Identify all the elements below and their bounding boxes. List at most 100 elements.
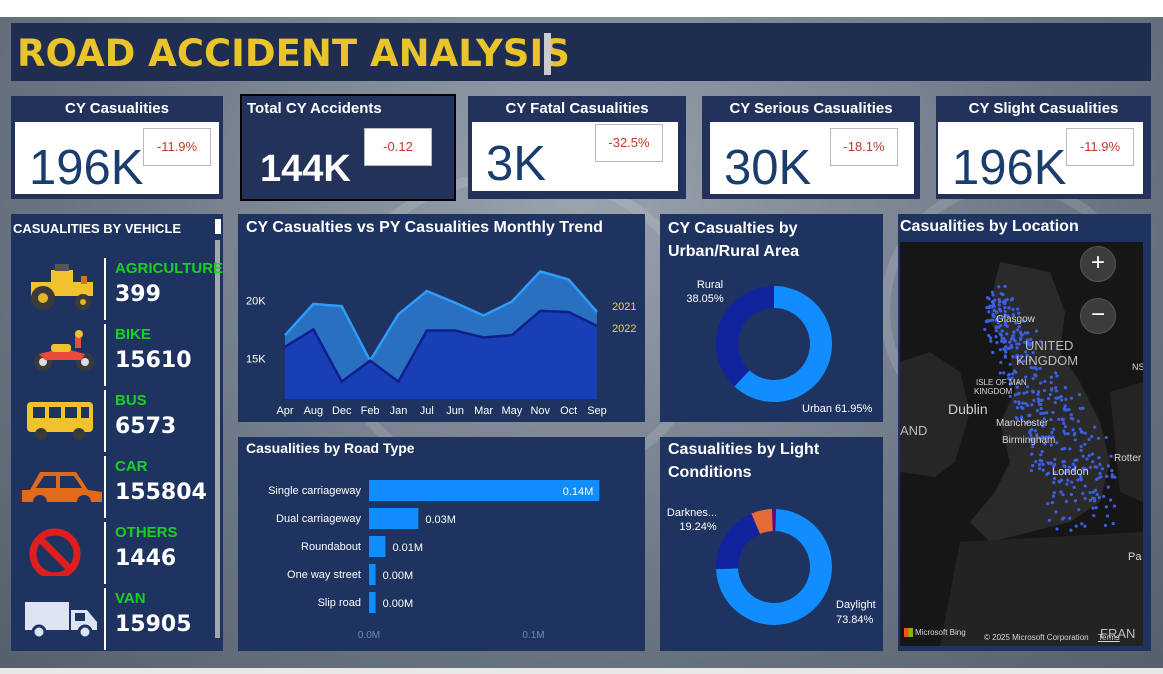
map-label: Pa (1128, 551, 1142, 563)
map-point (1045, 411, 1049, 415)
map-point (1030, 403, 1034, 407)
vehicle-name: CAR (115, 458, 148, 475)
map-point (1006, 346, 1010, 351)
kpi-body: 196K -11.9% (938, 122, 1143, 194)
window-bottom-bar (0, 668, 1163, 674)
map-point (1016, 328, 1020, 332)
map-point (1095, 492, 1099, 497)
kpi-card-cy-casualities[interactable]: CY Casualities 196K -11.9% (11, 96, 223, 199)
kpi-label: CY Casualities (65, 100, 169, 117)
map-point (1066, 478, 1070, 482)
map-point (1002, 371, 1006, 375)
map-point (1018, 337, 1023, 342)
map-point (1029, 469, 1033, 473)
row-divider (104, 390, 106, 452)
kpi-card-total-cy-accidents[interactable]: Total CY Accidents 144K -0.12 (240, 94, 456, 201)
map-label: KINGDOM (1016, 353, 1079, 368)
vehicle-name: BIKE (115, 326, 151, 343)
map-point (1025, 390, 1029, 394)
map-point (1069, 416, 1073, 420)
map-point (1097, 455, 1101, 460)
map-point (1105, 514, 1110, 518)
map-point (1104, 435, 1108, 440)
map-point (1046, 471, 1051, 475)
kpi-value: 144K (260, 148, 351, 190)
map-point (1106, 464, 1111, 468)
map-point (997, 285, 1001, 289)
map-point (1035, 408, 1039, 413)
zoom-in-button[interactable]: + (1080, 246, 1116, 282)
x-tick-label: 0.1M (522, 630, 544, 641)
kpi-card-cy-fatal-casualities[interactable]: CY Fatal Casualities 3K -32.5% (468, 96, 686, 199)
trend-chart[interactable]: 20K 15K 2021 2022 Apr Aug Dec Feb Jan Jul Jun Mar Ma… (238, 214, 645, 422)
map-point (1006, 373, 1011, 377)
kpi-card-cy-slight-casualities[interactable]: CY Slight Casualities 196K -11.9% (936, 96, 1151, 199)
y-tick-label: 15K (246, 353, 266, 365)
scroll-handle[interactable] (215, 219, 221, 234)
map-point (1039, 381, 1043, 385)
monthly-trend-panel: CY Casualties vs PY Casualities Monthly … (238, 214, 645, 422)
map-point (1062, 429, 1066, 433)
map-point (1083, 524, 1087, 528)
map-point (1060, 398, 1064, 402)
road-type-chart[interactable]: Single carriageway 0.14M Dual carriageway 0… (238, 437, 645, 651)
map-label: Rotter (1114, 453, 1142, 464)
vehicle-row-agriculture: AGRICULTURE 399 (11, 258, 223, 320)
kpi-body: 144K -0.12 (246, 122, 450, 194)
map-label: Glasgow (996, 314, 1035, 325)
map-point (1061, 493, 1065, 497)
kpi-label: CY Serious Casualities (729, 100, 893, 117)
light-conditions-donut[interactable]: Daylight 73.84% Darknes... 19.24% (660, 437, 883, 651)
map-point (1027, 413, 1031, 418)
bing-logo (904, 628, 913, 637)
map-point (999, 360, 1003, 365)
map-point (1032, 398, 1036, 402)
urban-rural-donut[interactable]: Urban 61.95% Rural 38.05% (660, 214, 883, 422)
scrollbar[interactable] (215, 240, 220, 638)
map-point (1050, 431, 1054, 435)
map-point (1042, 411, 1046, 415)
vehicle-value: 399 (115, 282, 161, 307)
map-point (1069, 528, 1073, 532)
slice-label: Rural (697, 279, 723, 291)
map-point (1050, 501, 1054, 505)
map-point (1019, 332, 1023, 336)
map-label: Birmingham (1002, 435, 1056, 446)
map-point (1031, 464, 1035, 468)
map-point (1021, 401, 1025, 405)
map-point (1081, 491, 1085, 495)
map-point (1051, 494, 1056, 498)
data-label: 0.14M (563, 486, 594, 498)
map-point (989, 339, 993, 343)
kpi-value: 196K (29, 141, 144, 195)
map-point (1017, 402, 1021, 406)
urban-rural-panel: CY Casualties by Urban/Rural Area Urban … (660, 214, 883, 422)
map-terms-link[interactable]: Terms (1098, 633, 1120, 642)
bar (369, 536, 386, 557)
map-point (1057, 395, 1061, 400)
map-point (1052, 491, 1056, 495)
data-label: 0.00M (383, 570, 414, 582)
map-point (1068, 516, 1072, 520)
kpi-card-cy-serious-casualities[interactable]: CY Serious Casualities 30K -18.1% (702, 96, 920, 199)
title-divider (544, 33, 551, 75)
map-canvas[interactable]: + − UNITED KINGDOM Dublin ISLE OF MAN KI… (900, 242, 1143, 646)
map-point (1077, 508, 1081, 512)
x-tick-label: Apr (276, 405, 293, 417)
map-point (997, 300, 1002, 304)
map-point (1093, 465, 1097, 469)
map-point (1095, 477, 1099, 481)
zoom-out-button[interactable]: − (1080, 298, 1116, 334)
map-point (1042, 389, 1047, 393)
map-point (1098, 462, 1102, 467)
x-tick-label: Dec (332, 405, 352, 417)
map-point (1040, 449, 1044, 454)
light-conditions-panel: Casualities by Light Conditions Daylight… (660, 437, 883, 651)
map-point (1041, 468, 1045, 472)
vehicle-name: VAN (115, 590, 146, 607)
map-point (991, 350, 995, 355)
map-point (1091, 460, 1095, 464)
map-point (1015, 342, 1019, 346)
map-point (1007, 306, 1011, 310)
car-icon (22, 472, 102, 509)
